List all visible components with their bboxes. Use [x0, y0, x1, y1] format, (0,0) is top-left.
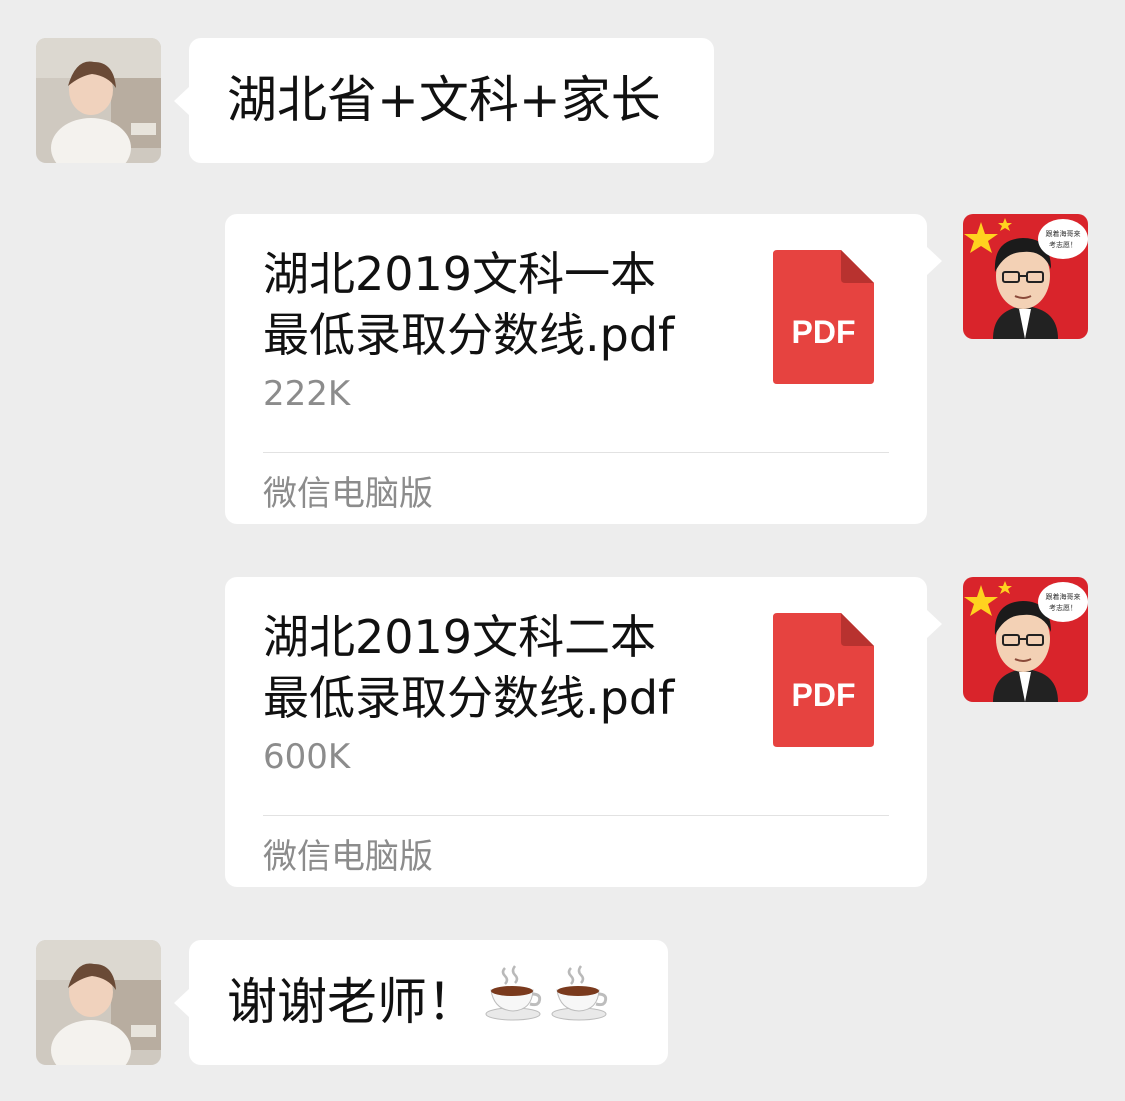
parent-avatar[interactable]	[36, 38, 161, 163]
divider	[263, 452, 889, 453]
svg-text:跟着海哥来: 跟着海哥来	[1046, 592, 1081, 601]
message-text: 湖北省+文科+家长	[227, 71, 661, 129]
hot-beverage-icon	[551, 943, 609, 1068]
text-message-bubble[interactable]: 谢谢老师！	[174, 940, 668, 1065]
file-name: 湖北2019文科二本 最低录取分数线.pdf	[263, 607, 733, 729]
file-name-line: 湖北2019文科二本	[263, 610, 657, 664]
pdf-label: PDF	[791, 677, 856, 713]
file-message-card[interactable]: 湖北2019文科二本 最低录取分数线.pdf 600K PDF 微信电脑版	[225, 577, 942, 887]
parent-avatar[interactable]	[36, 940, 161, 1065]
pdf-label: PDF	[791, 314, 856, 350]
teacher-avatar[interactable]: 跟着海哥来 考志愿！	[963, 577, 1088, 702]
file-size: 600K	[263, 737, 351, 777]
svg-text:考志愿！: 考志愿！	[1049, 603, 1077, 612]
divider	[263, 815, 889, 816]
text-message-bubble[interactable]: 湖北省+文科+家长	[174, 38, 714, 163]
file-name-line: 最低录取分数线.pdf	[263, 671, 675, 725]
pdf-file-icon: PDF	[773, 250, 874, 384]
file-source: 微信电脑版	[263, 474, 433, 514]
file-name: 湖北2019文科一本 最低录取分数线.pdf	[263, 244, 733, 366]
file-name-line: 湖北2019文科一本	[263, 247, 657, 301]
hot-beverage-icon	[485, 943, 543, 1068]
svg-text:考志愿！: 考志愿！	[1049, 240, 1077, 249]
file-message-card[interactable]: 湖北2019文科一本 最低录取分数线.pdf 222K PDF 微信电脑版	[225, 214, 942, 524]
file-source: 微信电脑版	[263, 837, 433, 877]
file-name-line: 最低录取分数线.pdf	[263, 308, 675, 362]
pdf-file-icon: PDF	[773, 613, 874, 747]
svg-text:跟着海哥来: 跟着海哥来	[1046, 229, 1081, 238]
teacher-avatar[interactable]: 跟着海哥来 考志愿！	[963, 214, 1088, 339]
message-text-content: 谢谢老师！	[227, 973, 477, 1031]
file-size: 222K	[263, 374, 351, 414]
message-text: 谢谢老师！	[227, 940, 609, 1065]
